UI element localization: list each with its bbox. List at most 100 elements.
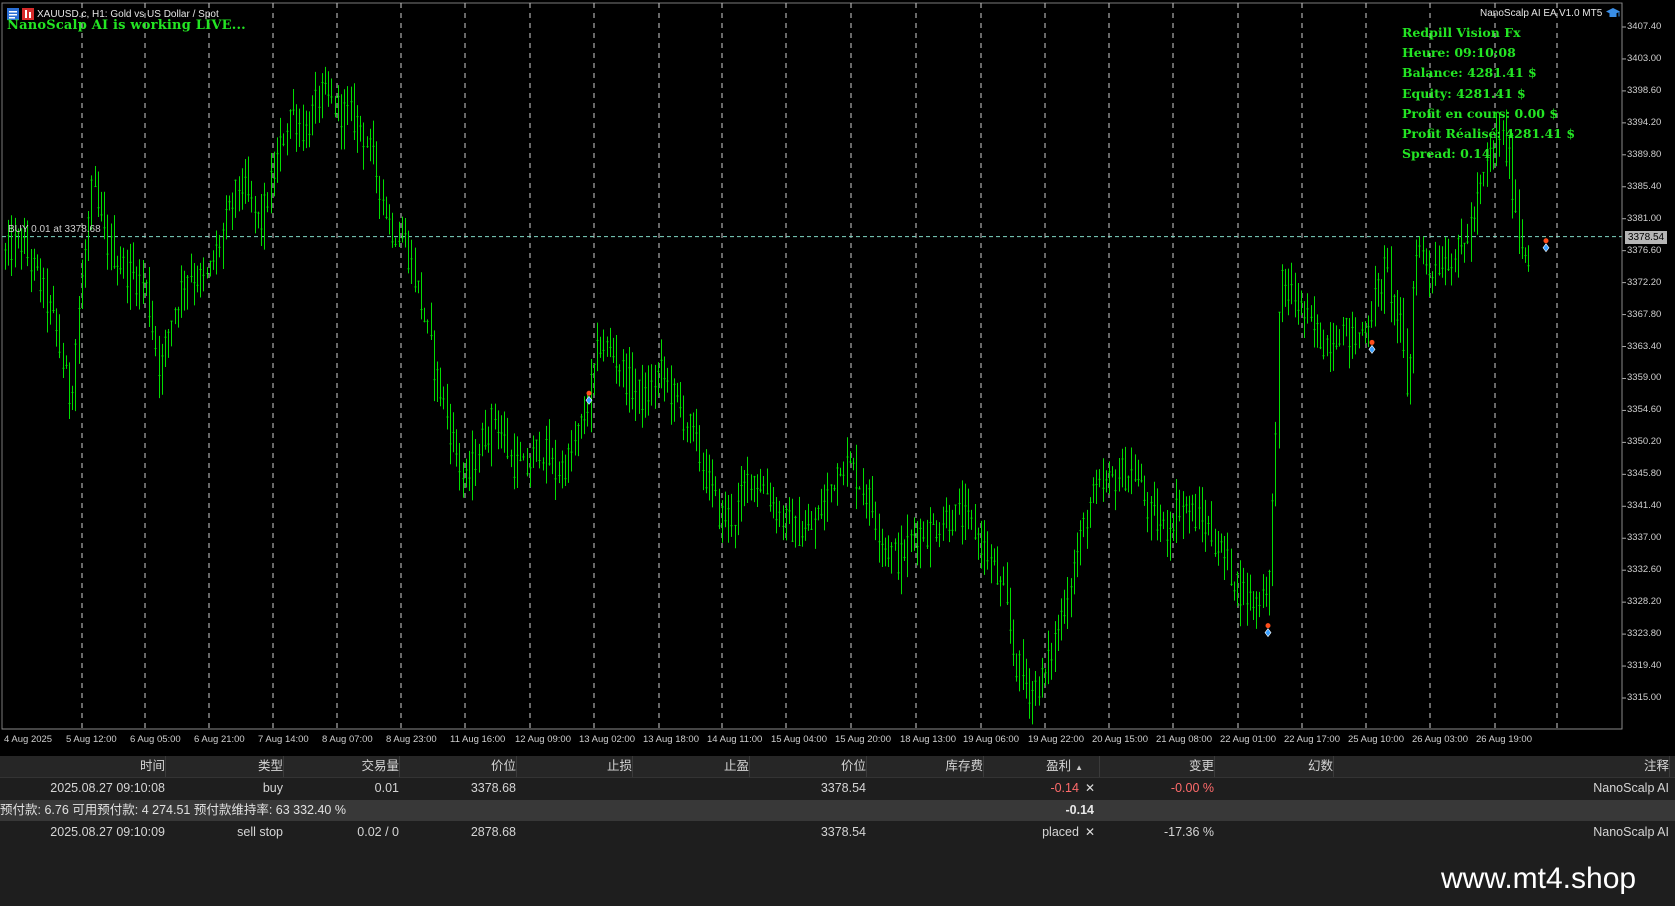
candle: [382, 179, 385, 216]
col-profit-header[interactable]: 盈利 ▲: [988, 756, 1100, 777]
time-tick-label: 8 Aug 23:00: [386, 734, 437, 745]
col-type-header[interactable]: 类型: [170, 756, 284, 777]
col-time-header[interactable]: 时间: [0, 756, 166, 777]
col-volume-header[interactable]: 交易量: [288, 756, 400, 777]
candle: [756, 474, 759, 508]
candle: [1329, 322, 1332, 373]
candle: [462, 462, 465, 498]
candle: [199, 262, 202, 298]
info-time: Heure: 09:10:08: [1402, 45, 1516, 61]
price-tick-label: 3407.40: [1627, 21, 1662, 32]
candle: [1226, 532, 1229, 571]
candle: [638, 379, 641, 414]
trade-entry-icon: [1543, 238, 1549, 244]
candle: [670, 365, 673, 425]
candle: [910, 529, 913, 553]
time-tick-label: 19 Aug 22:00: [1028, 734, 1084, 745]
candle: [1406, 328, 1409, 397]
candle: [852, 457, 855, 471]
candle: [46, 268, 49, 333]
candle: [1284, 268, 1287, 307]
total-profit: -0.14: [1065, 803, 1095, 817]
candle: [676, 382, 679, 403]
delete-order-icon[interactable]: ✕: [1085, 825, 1095, 839]
candle: [625, 353, 628, 406]
candle: [1070, 578, 1073, 618]
candle: [119, 246, 122, 275]
candle: [404, 218, 407, 248]
candle: [1012, 619, 1015, 666]
candle: [1086, 509, 1089, 549]
candle: [161, 343, 164, 395]
candle: [1412, 281, 1415, 374]
candle: [916, 521, 919, 566]
col-comment-header[interactable]: 注释: [1338, 756, 1670, 777]
candle: [522, 453, 525, 461]
candle: [951, 509, 954, 536]
price-tick-label: 3332.60: [1627, 564, 1662, 576]
chart-area[interactable]: XAUUSD.c, H1: Gold vs US Dollar / Spot N…: [0, 0, 1675, 755]
info-account: Redpill Vision Fx: [1402, 25, 1521, 40]
candle: [318, 85, 321, 123]
candle: [942, 506, 945, 541]
ea-info-panel: Redpill Vision Fx Heure: 09:10:08 Balanc…: [1402, 23, 1575, 164]
candle: [1188, 495, 1191, 534]
candle: [1018, 650, 1021, 692]
candle: [180, 265, 183, 318]
candle: [1313, 296, 1316, 348]
candle: [1457, 234, 1460, 278]
candle: [1066, 576, 1069, 629]
candle: [1322, 329, 1325, 360]
candle: [1201, 487, 1204, 543]
candle: [452, 412, 455, 453]
candle: [948, 504, 951, 543]
col-swap-header[interactable]: 库存费: [871, 756, 984, 777]
candle: [1306, 293, 1309, 324]
candle: [868, 479, 871, 526]
price-tick-label: 3403.00: [1627, 52, 1662, 64]
candle: [954, 504, 957, 532]
graduation-cap-icon[interactable]: [1606, 7, 1621, 19]
candle: [177, 306, 180, 328]
candle: [964, 483, 967, 541]
candle: [884, 537, 887, 567]
candle: [961, 480, 964, 545]
col-price-header[interactable]: 价位: [754, 756, 867, 777]
trade-entry-icon: [586, 390, 592, 396]
row-volume: 0.01: [374, 781, 399, 795]
table-row[interactable]: 2025.08.27 09:10:08 buy 0.01 3378.68 337…: [0, 778, 1675, 799]
close-position-icon[interactable]: ✕: [1085, 781, 1095, 795]
candle: [1143, 475, 1146, 506]
col-magic-header[interactable]: 幻数: [1219, 756, 1334, 777]
col-open-price-header[interactable]: 价位: [404, 756, 517, 777]
candle: [49, 294, 52, 325]
candle: [1230, 548, 1233, 586]
col-change-header[interactable]: 变更: [1104, 756, 1215, 777]
candle: [1258, 591, 1261, 618]
candle: [654, 364, 657, 409]
candle: [526, 447, 529, 477]
candle: [497, 410, 500, 450]
candle: [769, 482, 772, 512]
candle: [1444, 237, 1447, 286]
candle: [490, 403, 493, 467]
candle: [932, 513, 935, 525]
candle: [788, 497, 791, 525]
candle: [97, 171, 100, 218]
candle: [631, 352, 634, 410]
candle: [1361, 321, 1364, 336]
candle: [724, 491, 727, 528]
candle: [478, 443, 481, 473]
position-line-label[interactable]: BUY 0.01 at 3378.68: [8, 224, 101, 235]
row-time: 2025.08.27 09:10:09: [50, 825, 165, 839]
table-row[interactable]: 2025.08.27 09:10:09 sell stop 0.02 / 0 2…: [0, 822, 1675, 843]
watermark: www.mt4.shop: [1441, 862, 1637, 895]
candle: [1450, 253, 1453, 286]
col-tp-header[interactable]: 止盈: [637, 756, 750, 777]
candle: [708, 454, 711, 501]
time-tick-label: 15 Aug 04:00: [771, 734, 827, 745]
candle: [1092, 477, 1095, 504]
col-sl-header[interactable]: 止损: [521, 756, 633, 777]
candle: [1178, 489, 1181, 522]
candle: [110, 223, 113, 271]
